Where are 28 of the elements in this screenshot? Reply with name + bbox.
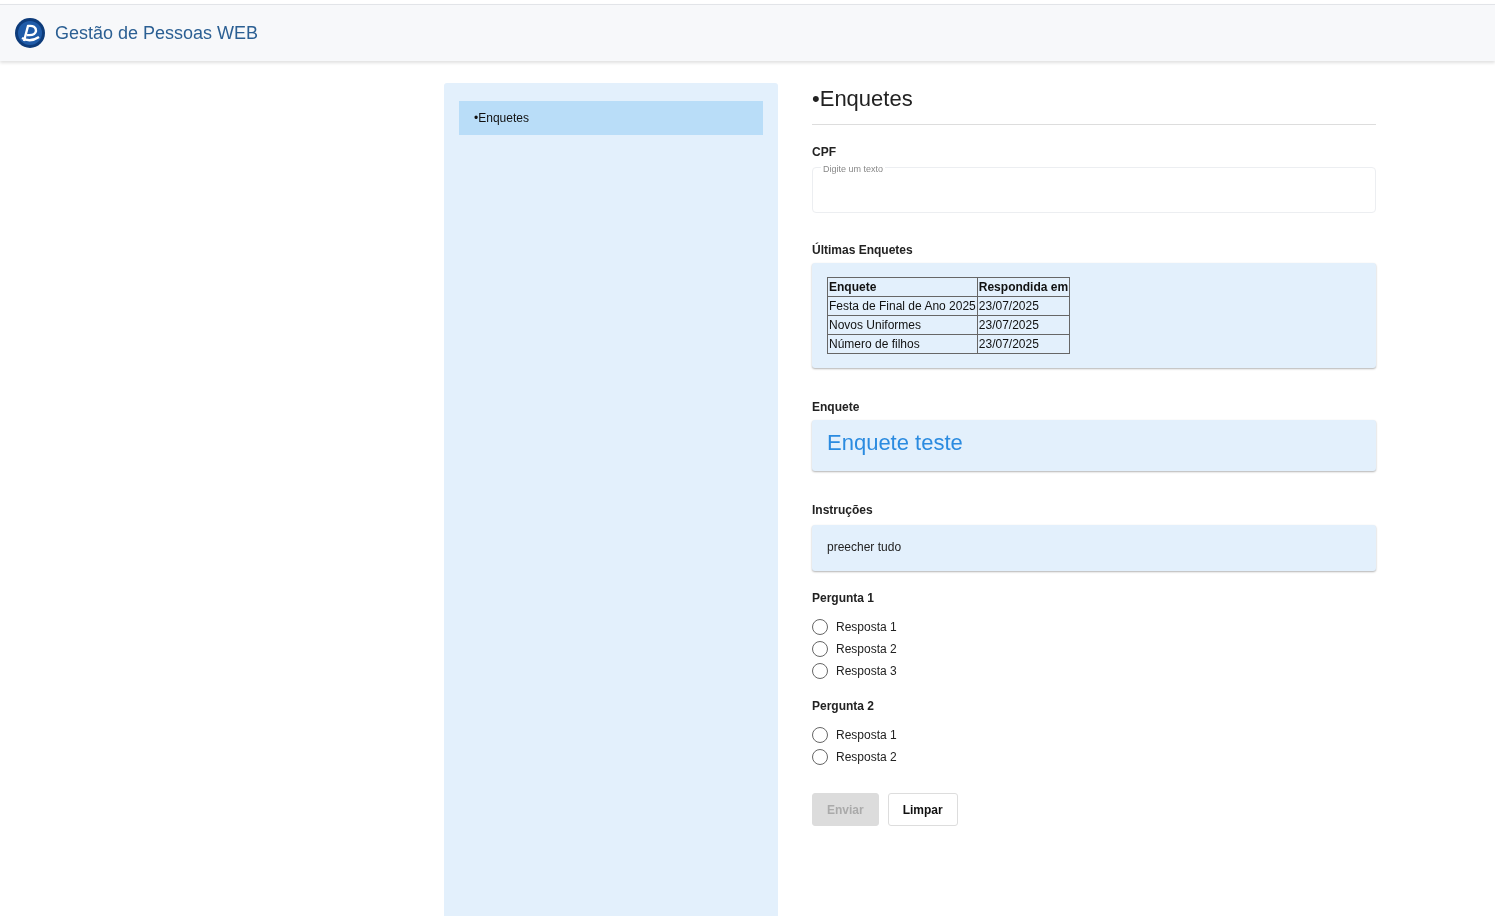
option-label: Resposta 1 <box>836 728 897 742</box>
table-cell: Festa de Final de Ano 2025 <box>827 296 978 316</box>
app-title: Gestão de Pessoas WEB <box>55 22 259 44</box>
instructions-text: preecher tudo <box>812 525 1376 571</box>
option-label: Resposta 2 <box>836 642 897 656</box>
option-label: Resposta 2 <box>836 750 897 764</box>
column-header: Enquete <box>827 277 978 297</box>
table-cell: Número de filhos <box>827 334 978 354</box>
field-hint: Digite um texto <box>821 164 886 174</box>
input-field[interactable]: Digite um texto <box>812 167 1376 213</box>
logo-icon <box>14 17 46 49</box>
option-label: Resposta 3 <box>836 664 897 678</box>
survey-title: Enquete teste <box>812 420 1376 471</box>
section-label: Instruções <box>812 503 874 517</box>
table-cell: 23/07/2025 <box>977 334 1070 354</box>
section-label: Últimas Enquetes <box>812 243 914 257</box>
question-label: Pergunta 1 <box>812 591 875 605</box>
page-title: •Enquetes <box>812 86 1376 125</box>
form-button[interactable]: Limpar <box>887 793 958 826</box>
option-label: Resposta 1 <box>836 620 897 634</box>
question-label: Pergunta 2 <box>812 699 875 713</box>
field-label: CPF <box>812 145 837 159</box>
section-label: Enquete <box>812 400 861 414</box>
sidebar-item[interactable]: •Enquetes <box>459 101 763 135</box>
table-cell: Novos Uniformes <box>827 315 978 335</box>
table-cell: 23/07/2025 <box>977 315 1070 335</box>
column-header: Respondida em <box>977 277 1070 297</box>
table-cell: 23/07/2025 <box>977 296 1070 316</box>
